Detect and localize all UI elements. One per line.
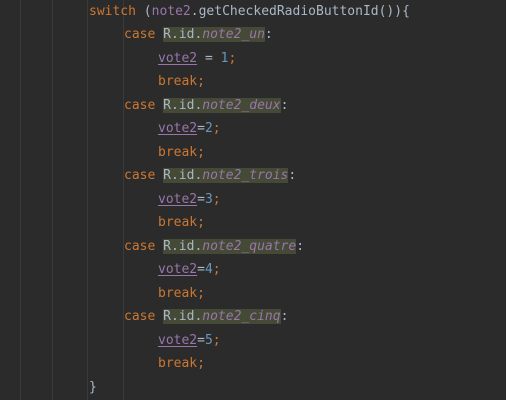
keyword-break: break [158,145,198,160]
code-line-case[interactable]: case R.id.note2_deux: [124,94,288,117]
ref-prefix: R.id. [163,168,203,183]
var-note2: note2 [151,4,191,19]
code-line-case[interactable]: case R.id.note2_un: [124,23,273,46]
keyword-break: break [158,74,198,89]
closing-brace: } [89,380,97,395]
code-line-break[interactable]: break; [158,70,205,93]
colon: : [288,168,297,183]
code-line-closing-brace[interactable]: } [89,376,97,399]
ref-name: note2_trois [202,168,289,183]
colon: : [280,98,289,113]
keyword-break: break [158,286,198,301]
code-line-case[interactable]: case R.id.note2_trois: [124,164,296,187]
code-line-assign[interactable]: vote2=5; [158,329,221,352]
semicolon: ; [212,121,221,136]
ref-name: note2_deux [202,98,281,113]
number-literal: 2 [204,121,213,136]
code-line-case[interactable]: case R.id.note2_quatre: [124,235,304,258]
semicolon: ; [212,262,221,277]
ref-prefix: R.id. [163,98,203,113]
ref-name: note2_quatre [202,239,297,254]
var-vote2: vote2 [158,121,198,136]
indent-guide [87,0,88,400]
code-line-assign[interactable]: vote2 = 1; [158,47,236,70]
number-literal: 5 [204,333,213,348]
semicolon: ; [212,333,221,348]
code-editor[interactable]: switch (note2.getCheckedRadioButtonId())… [0,0,506,400]
code-line-break[interactable]: break; [158,352,205,375]
semicolon: ; [197,215,205,230]
code-line-assign[interactable]: vote2=2; [158,117,221,140]
assign-op: = [197,121,205,136]
ref-name: note2_un [202,27,265,42]
keyword-case: case [124,309,156,324]
semicolon: ; [197,286,205,301]
code-line-case[interactable]: case R.id.note2_cinq: [124,305,288,328]
keyword-switch: switch [89,4,136,19]
indent-guide [20,0,21,400]
var-vote2: vote2 [158,192,198,207]
var-vote2: vote2 [158,51,198,66]
semicolon: ; [212,192,221,207]
semicolon: ; [197,145,205,160]
colon: : [296,239,305,254]
keyword-case: case [124,168,156,183]
method-call: .getCheckedRadioButtonId()){ [190,4,410,19]
code-line-assign[interactable]: vote2=4; [158,258,221,281]
paren-open: ( [143,4,152,19]
ref-prefix: R.id. [163,239,203,254]
var-vote2: vote2 [158,262,198,277]
var-vote2: vote2 [158,333,198,348]
colon: : [280,309,289,324]
ref-prefix: R.id. [163,309,203,324]
semicolon: ; [197,356,205,371]
assign-op: = [197,51,221,66]
number-literal: 4 [204,262,213,277]
assign-op: = [197,192,205,207]
semicolon: ; [197,74,205,89]
keyword-case: case [124,239,156,254]
code-line-break[interactable]: break; [158,141,205,164]
code-line-break[interactable]: break; [158,211,205,234]
assign-op: = [197,262,205,277]
code-line-assign[interactable]: vote2=3; [158,188,221,211]
keyword-case: case [124,27,156,42]
keyword-break: break [158,215,198,230]
code-line-break[interactable]: break; [158,282,205,305]
ref-name: note2_cinq [202,309,281,324]
number-literal: 3 [204,192,213,207]
indent-guide [123,0,124,400]
ref-prefix: R.id. [163,27,203,42]
keyword-break: break [158,356,198,371]
assign-op: = [197,333,205,348]
code-line-switch[interactable]: switch (note2.getCheckedRadioButtonId())… [89,0,410,23]
keyword-case: case [124,98,156,113]
indent-guide [52,0,53,400]
colon: : [264,27,273,42]
semicolon: ; [228,51,237,66]
